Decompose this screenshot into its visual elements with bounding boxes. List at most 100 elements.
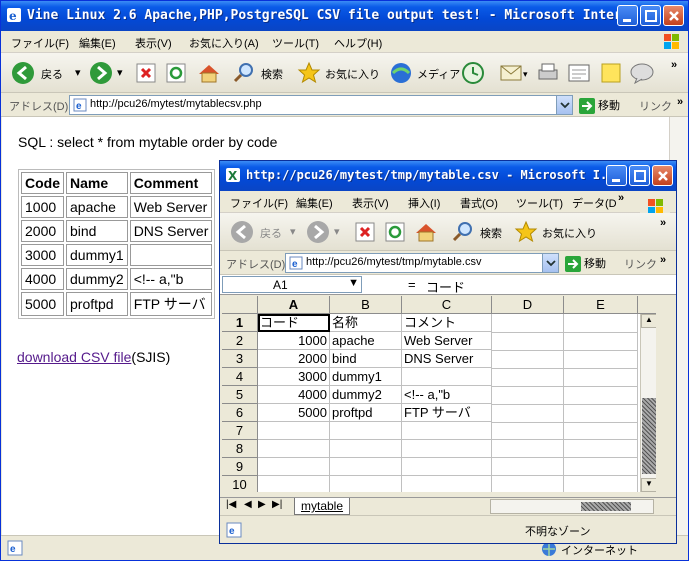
csv-forward-button[interactable]: ▾ bbox=[306, 220, 342, 244]
row-header[interactable]: 2 bbox=[222, 332, 258, 350]
select-all-corner[interactable] bbox=[222, 296, 258, 314]
csv-menu-edit[interactable]: 編集(E) bbox=[296, 195, 333, 211]
mail-icon[interactable]: ▾ bbox=[499, 62, 531, 84]
row-header[interactable]: 4 bbox=[222, 368, 258, 386]
forward-dropdown-icon[interactable]: ▾ bbox=[117, 66, 123, 79]
grid-cell[interactable]: DNS Server bbox=[402, 350, 492, 368]
csv-go-button[interactable]: 移動 bbox=[565, 255, 606, 273]
grid-cell[interactable]: 1000 bbox=[258, 332, 330, 350]
csv-back-button[interactable]: 戻る ▾ bbox=[230, 220, 298, 244]
grid-cell[interactable]: dummy2 bbox=[330, 386, 402, 404]
go-button[interactable]: 移動 bbox=[579, 97, 620, 115]
stop-icon[interactable] bbox=[354, 221, 376, 243]
print-icon[interactable] bbox=[536, 62, 560, 84]
sheet-vertical-scrollbar[interactable]: ▲ ▼ bbox=[640, 314, 656, 492]
grid-cell[interactable]: FTP サーバ bbox=[402, 404, 492, 422]
csv-links-label[interactable]: リンク bbox=[624, 256, 657, 272]
grid-cell[interactable]: bind bbox=[330, 350, 402, 368]
forward-dropdown-icon[interactable]: ▾ bbox=[334, 225, 340, 238]
main-title-bar[interactable]: e Vine Linux 2.6 Apache,PHP,PostgreSQL C… bbox=[1, 1, 688, 31]
home-icon[interactable] bbox=[414, 221, 438, 243]
grid-cell[interactable]: 4000 bbox=[258, 386, 330, 404]
maximize-button[interactable] bbox=[640, 5, 661, 26]
media-button[interactable]: メディア bbox=[389, 61, 460, 85]
grid-cell[interactable]: Web Server bbox=[402, 332, 492, 350]
menu-help[interactable]: ヘルプ(H) bbox=[334, 35, 382, 51]
grid-cell-a1[interactable]: コード bbox=[258, 314, 330, 332]
grid-cell[interactable]: dummy1 bbox=[330, 368, 402, 386]
column-header-c[interactable]: C bbox=[402, 296, 492, 314]
last-sheet-icon[interactable]: ▶| bbox=[272, 499, 282, 510]
grid-cell[interactable]: 名称 bbox=[330, 314, 402, 332]
column-header-a[interactable]: A bbox=[258, 296, 330, 314]
address-dropdown-icon[interactable] bbox=[556, 96, 572, 114]
csv-links-more-icon[interactable]: » bbox=[660, 254, 666, 266]
address-dropdown-icon[interactable] bbox=[542, 254, 558, 272]
row-header[interactable]: 8 bbox=[222, 440, 258, 458]
row-header[interactable]: 6 bbox=[222, 404, 258, 422]
column-header-d[interactable]: D bbox=[492, 296, 564, 314]
search-button[interactable]: 検索 bbox=[233, 61, 289, 85]
scroll-down-icon[interactable]: ▼ bbox=[641, 478, 656, 492]
csv-menu-more-icon[interactable]: » bbox=[618, 192, 624, 204]
csv-close-button[interactable] bbox=[652, 165, 673, 186]
back-dropdown-icon[interactable]: ▾ bbox=[290, 225, 296, 238]
csv-menu-file[interactable]: ファイル(F) bbox=[230, 195, 288, 211]
menu-tools[interactable]: ツール(T) bbox=[272, 35, 319, 51]
csv-maximize-button[interactable] bbox=[629, 165, 650, 186]
sheet-horizontal-scrollbar[interactable] bbox=[490, 499, 654, 514]
menu-file[interactable]: ファイル(F) bbox=[11, 35, 69, 51]
scroll-thumb[interactable] bbox=[642, 398, 656, 474]
column-header-e[interactable]: E bbox=[564, 296, 638, 314]
address-input[interactable]: e http://pcu26/mytest/mytablecsv.php bbox=[69, 95, 573, 115]
refresh-icon[interactable] bbox=[165, 62, 187, 84]
row-header[interactable]: 1 bbox=[222, 314, 258, 332]
messenger-icon[interactable] bbox=[629, 62, 655, 84]
row-header[interactable]: 3 bbox=[222, 350, 258, 368]
csv-menu-insert[interactable]: 挿入(I) bbox=[408, 195, 440, 211]
menu-view[interactable]: 表示(V) bbox=[135, 35, 172, 51]
links-more-icon[interactable]: » bbox=[677, 96, 683, 108]
minimize-button[interactable] bbox=[617, 5, 638, 26]
forward-button[interactable]: ▾ bbox=[89, 61, 125, 85]
csv-menu-format[interactable]: 書式(O) bbox=[460, 195, 498, 211]
download-csv-link[interactable]: download CSV file bbox=[17, 349, 131, 365]
grid-cell[interactable]: apache bbox=[330, 332, 402, 350]
edit-icon[interactable] bbox=[567, 62, 591, 84]
favorites-button[interactable]: お気に入り bbox=[297, 61, 380, 85]
toolbar-more-icon[interactable]: » bbox=[671, 59, 677, 71]
csv-title-bar[interactable]: X http://pcu26/mytest/tmp/mytable.csv - … bbox=[220, 161, 676, 191]
name-box[interactable]: A1 ▼ bbox=[222, 276, 362, 293]
grid-cell[interactable]: proftpd bbox=[330, 404, 402, 422]
spreadsheet-grid[interactable]: A B C D E 1 2 3 4 5 6 7 8 9 10 コード 名称 コメ… bbox=[222, 296, 656, 492]
stop-icon[interactable] bbox=[135, 62, 157, 84]
csv-menu-data[interactable]: データ(D bbox=[572, 195, 617, 211]
prev-sheet-icon[interactable]: ◀ bbox=[244, 499, 252, 510]
name-box-dropdown-icon[interactable]: ▼ bbox=[348, 277, 359, 289]
first-sheet-icon[interactable]: |◀ bbox=[226, 499, 236, 510]
home-icon[interactable] bbox=[197, 62, 221, 84]
scroll-thumb[interactable] bbox=[581, 502, 631, 511]
row-header[interactable]: 10 bbox=[222, 476, 258, 492]
csv-favorites-button[interactable]: お気に入り bbox=[514, 220, 597, 244]
grid-cell[interactable]: 5000 bbox=[258, 404, 330, 422]
menu-edit[interactable]: 編集(E) bbox=[79, 35, 116, 51]
csv-address-input[interactable]: e http://pcu26/mytest/tmp/mytable.csv bbox=[285, 253, 559, 273]
links-label[interactable]: リンク bbox=[639, 98, 672, 114]
back-button[interactable]: 戻る ▾ bbox=[11, 61, 81, 85]
csv-toolbar-more-icon[interactable]: » bbox=[660, 217, 666, 229]
grid-cell[interactable]: コメント bbox=[402, 314, 492, 332]
grid-cell[interactable]: 2000 bbox=[258, 350, 330, 368]
column-header-b[interactable]: B bbox=[330, 296, 402, 314]
sheet-tab[interactable]: mytable bbox=[294, 498, 350, 515]
refresh-icon[interactable] bbox=[384, 221, 406, 243]
back-dropdown-icon[interactable]: ▾ bbox=[75, 66, 81, 79]
grid-cell[interactable] bbox=[402, 368, 492, 386]
formula-input[interactable]: コード bbox=[426, 277, 465, 296]
row-header[interactable]: 9 bbox=[222, 458, 258, 476]
history-icon[interactable] bbox=[461, 61, 485, 85]
csv-minimize-button[interactable] bbox=[606, 165, 627, 186]
next-sheet-icon[interactable]: ▶ bbox=[258, 499, 266, 510]
csv-menu-tools[interactable]: ツール(T) bbox=[516, 195, 563, 211]
close-button[interactable] bbox=[663, 5, 684, 26]
